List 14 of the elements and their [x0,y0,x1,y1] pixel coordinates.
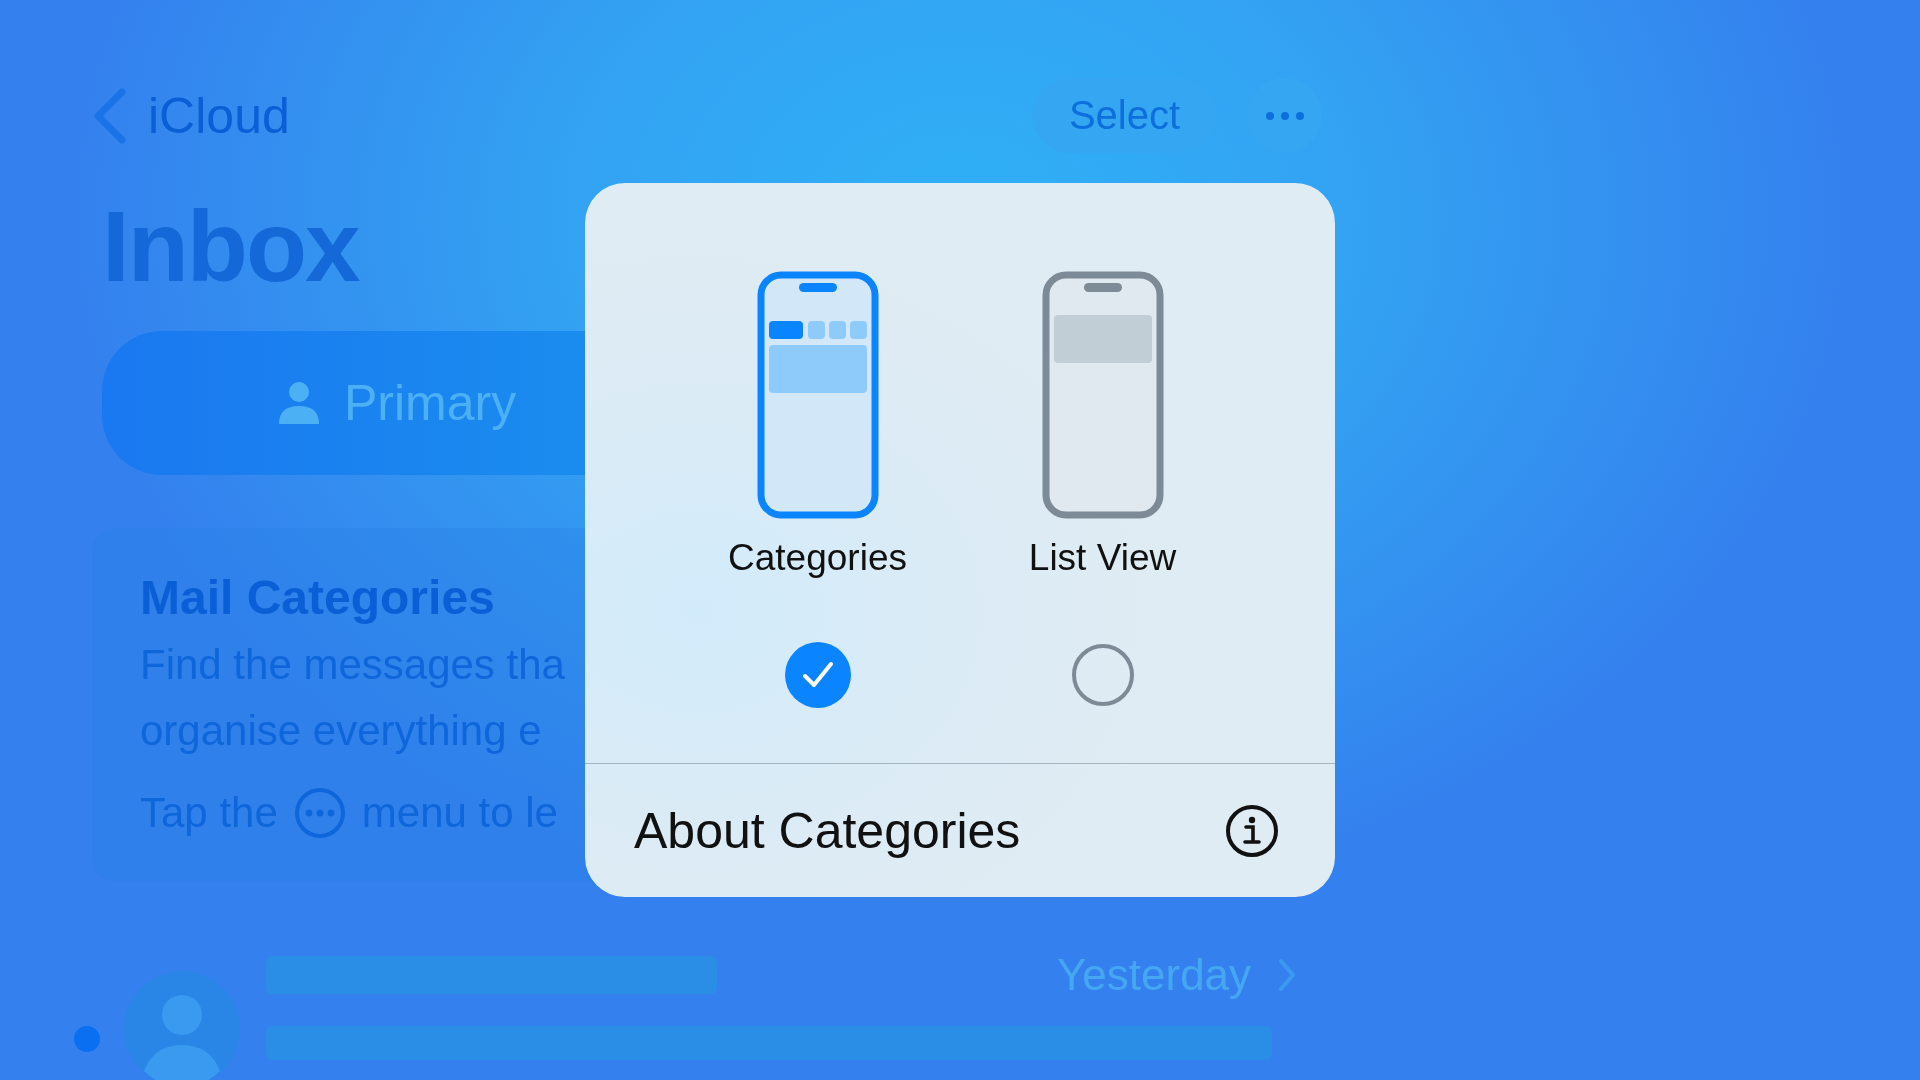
chevron-icon [1277,957,1298,993]
avatar-icon [124,971,240,1080]
phone-icon[interactable] [1041,271,1164,519]
radio-button[interactable] [1071,644,1134,706]
checkmark-icon [800,660,835,690]
about-row[interactable]: About Categories [585,764,1335,897]
info-icon[interactable] [1225,803,1279,858]
more-icon [293,787,346,839]
more-icon [1264,110,1305,121]
option-label[interactable]: List View [1028,537,1177,579]
option-label[interactable]: Categories [728,537,907,579]
person-icon [276,380,322,426]
phone-icon[interactable] [756,271,879,519]
about-label: About Categories [634,801,1021,860]
